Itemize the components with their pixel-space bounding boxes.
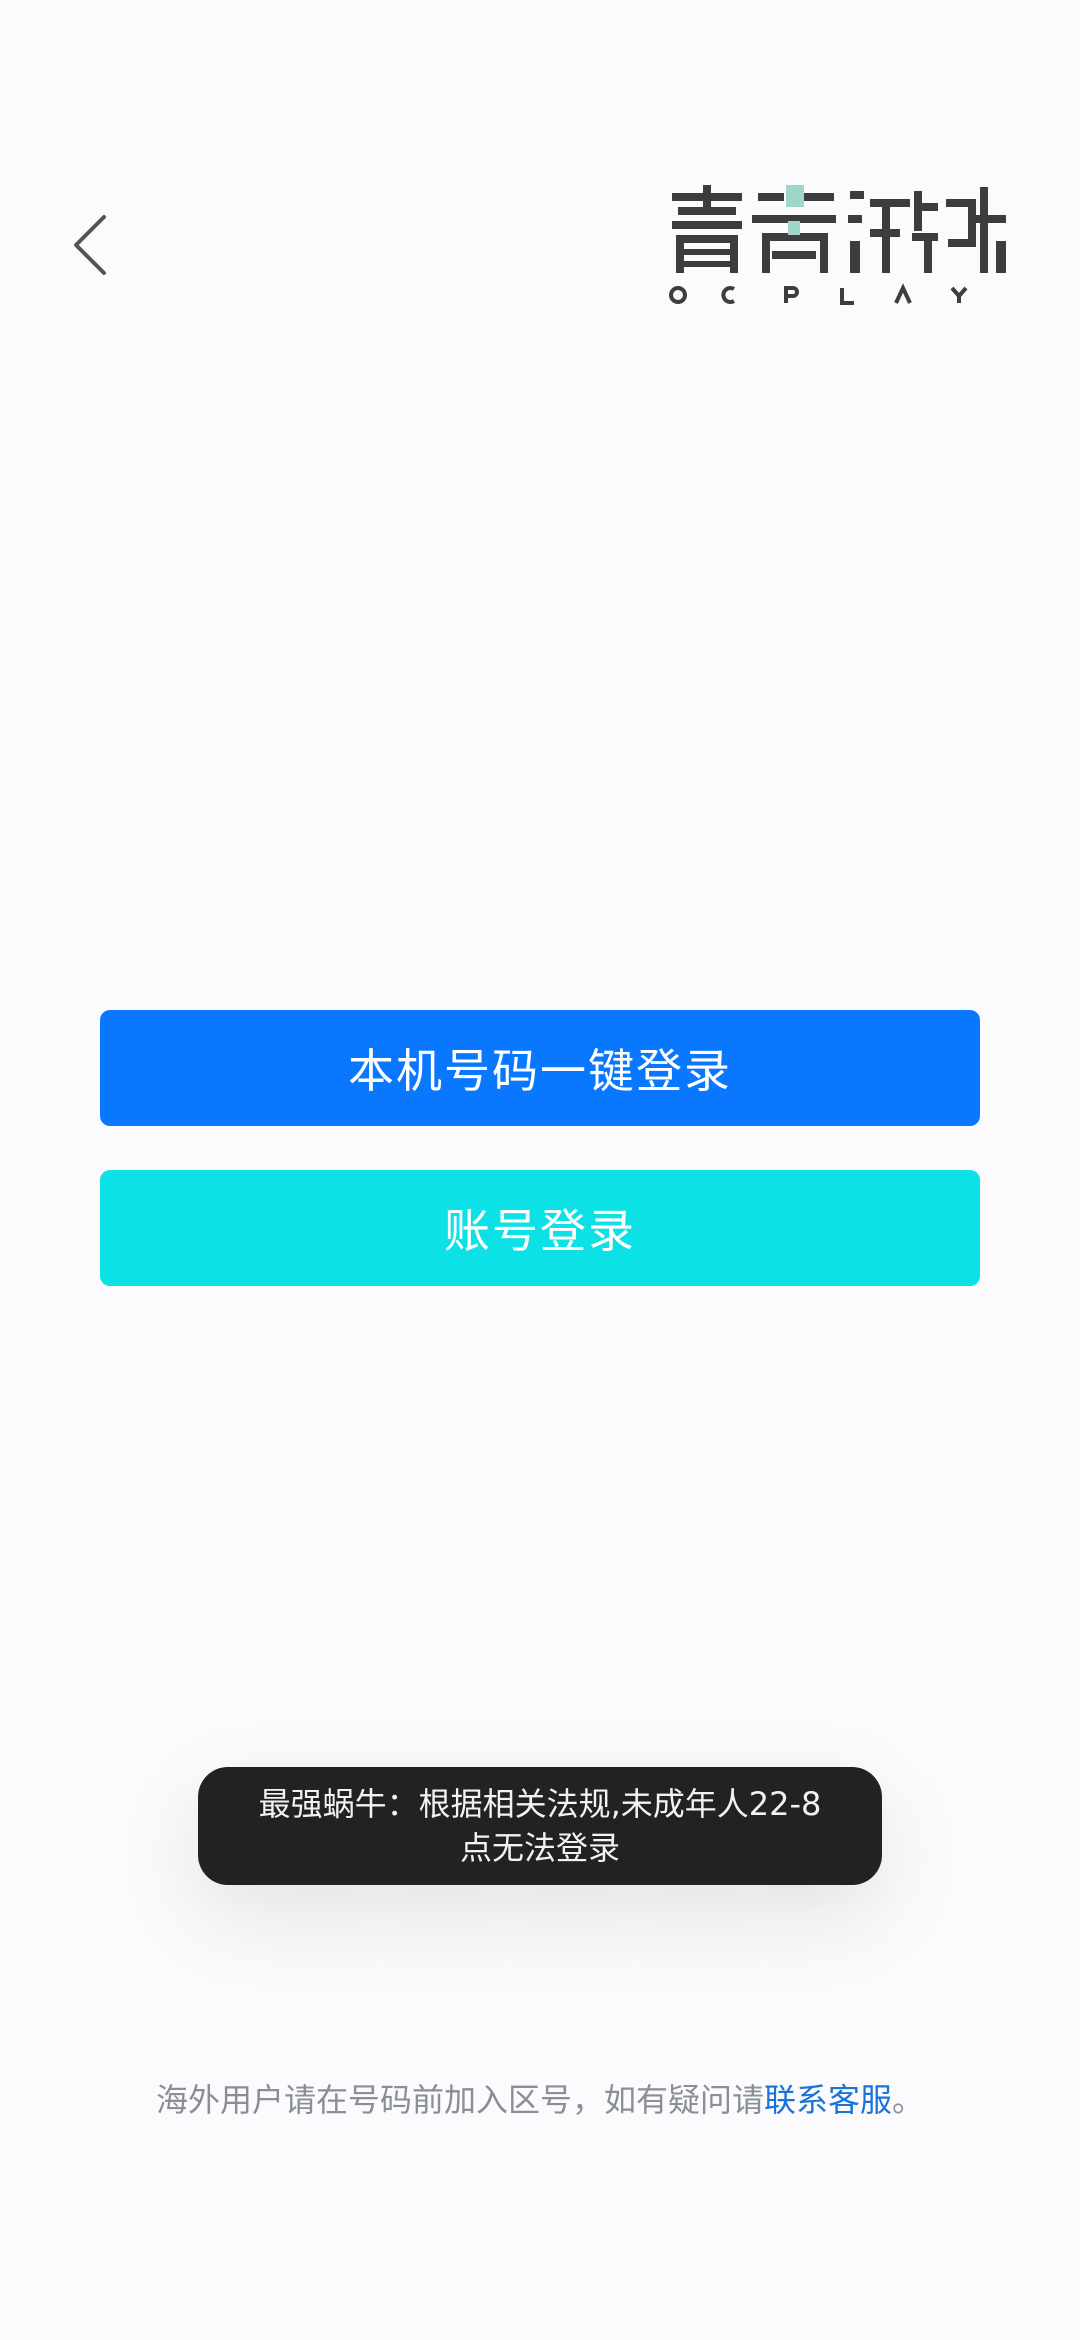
contact-support-link[interactable]: 联系客服: [764, 2081, 892, 2119]
footer-notice: 海外用户请在号码前加入区号，如有疑问请联系客服。: [0, 2075, 1080, 2121]
qcplay-logo: [668, 185, 1008, 307]
toast-line-1: 最强蜗牛：根据相关法规,未成年人22-8: [258, 1785, 822, 1823]
chevron-left-icon: [74, 215, 106, 275]
footer-text: 海外用户请在号码前加入区号，如有疑问请: [155, 2081, 764, 2119]
footer-suffix: 。: [892, 2081, 925, 2119]
one-click-login-button[interactable]: 本机号码一键登录: [100, 1010, 980, 1126]
toast-line-2: 点无法登录: [459, 1829, 620, 1867]
back-button[interactable]: [60, 205, 120, 285]
account-login-button[interactable]: 账号登录: [100, 1170, 980, 1286]
toast-message: 最强蜗牛：根据相关法规,未成年人22-8 点无法登录: [198, 1767, 882, 1885]
